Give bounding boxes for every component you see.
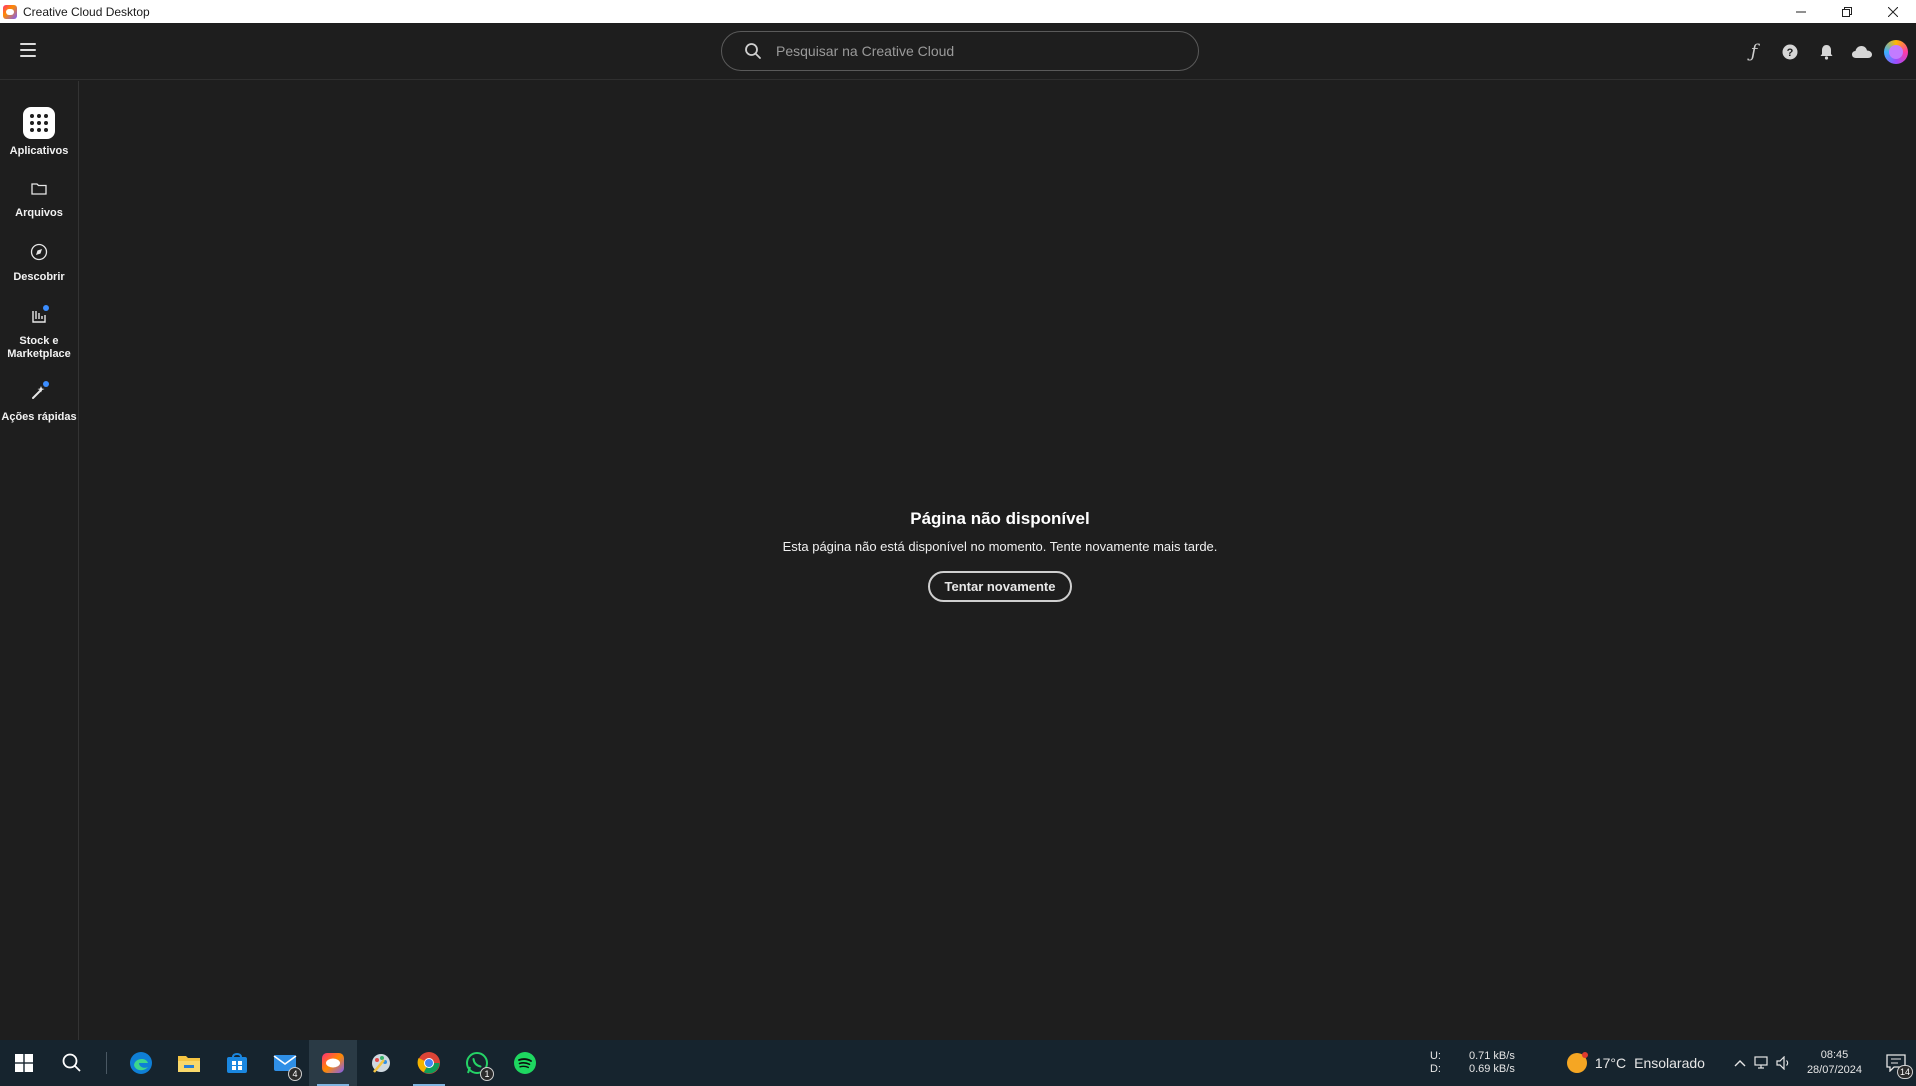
user-avatar[interactable]: [1884, 39, 1908, 64]
restore-icon: [1842, 6, 1852, 17]
retry-button[interactable]: Tentar novamente: [928, 571, 1072, 602]
whatsapp-badge: 1: [480, 1067, 494, 1081]
error-title: Página não disponível: [910, 509, 1090, 528]
page-unavailable-panel: Página não disponível Esta página não es…: [80, 509, 1916, 602]
chrome-icon: [417, 1052, 440, 1074]
taskbar-paint-app[interactable]: [357, 1040, 405, 1086]
file-explorer-icon: [178, 1056, 200, 1072]
sidebar-item-label: Arquivos: [15, 207, 63, 219]
taskbar-spotify[interactable]: [501, 1040, 549, 1086]
svg-text:?: ?: [1787, 47, 1794, 59]
taskbar-file-explorer[interactable]: [165, 1040, 213, 1086]
start-button[interactable]: [0, 1040, 48, 1086]
taskbar-creative-cloud[interactable]: [309, 1040, 357, 1086]
sidebar-item-files[interactable]: Arquivos: [0, 175, 78, 220]
search-box[interactable]: [721, 31, 1199, 71]
help-icon: ?: [1782, 44, 1798, 59]
sidebar-item-quick-actions[interactable]: Ações rápidas: [0, 379, 78, 424]
minimize-icon: [1796, 11, 1806, 12]
windows-logo-icon: [15, 1054, 33, 1072]
search-icon: [62, 1053, 81, 1072]
notifications-count-badge: 14: [1896, 1065, 1913, 1079]
taskbar-search-button[interactable]: [48, 1040, 96, 1086]
restore-button[interactable]: [1824, 0, 1870, 23]
menu-button[interactable]: [20, 43, 36, 57]
stock-icon: [23, 303, 55, 329]
sidebar-item-label: Aplicativos: [9, 145, 69, 157]
weather-temperature: 17°C: [1594, 1055, 1627, 1071]
search-icon: [745, 43, 761, 59]
chevron-up-icon: [1734, 1060, 1746, 1067]
spotify-icon: [514, 1052, 536, 1074]
window-titlebar: Creative Cloud Desktop: [0, 0, 1916, 23]
main-content: Página não disponível Esta página não es…: [80, 81, 1916, 1040]
new-indicator-dot: [43, 381, 49, 387]
edge-browser-icon: [130, 1052, 152, 1074]
folder-icon: [23, 175, 55, 201]
notifications-button[interactable]: [1808, 34, 1844, 70]
app-header: ƒ ?: [0, 23, 1916, 80]
close-icon: [1888, 6, 1898, 17]
cloud-sync-button[interactable]: [1844, 34, 1880, 70]
taskbar-store[interactable]: [213, 1040, 261, 1086]
taskbar-chrome[interactable]: [405, 1040, 453, 1086]
menu-icon-bar: [20, 49, 36, 51]
system-tray: U: D: 0.71 kB/s 0.69 kB/s 17°C Ensolarad…: [1430, 1040, 1916, 1086]
close-button[interactable]: [1870, 0, 1916, 23]
weather-widget[interactable]: 17°C Ensolarado: [1566, 1052, 1705, 1073]
store-icon: [227, 1053, 247, 1073]
taskbar-mail[interactable]: 4: [261, 1040, 309, 1086]
fonts-icon: ƒ: [1750, 41, 1758, 62]
help-button[interactable]: ?: [1772, 34, 1808, 70]
sun-icon: [1566, 1052, 1588, 1073]
sidebar-item-discover[interactable]: Descobrir: [0, 239, 78, 284]
windows-taskbar: 4 1 U: D: 0.71 kB/s 0.69 kB/s 17°C Ensol…: [0, 1040, 1916, 1086]
sidebar-item-label: Ações rápidas: [1, 411, 77, 423]
download-label: D:: [1429, 1063, 1441, 1075]
sidebar-item-label: Descobrir: [13, 271, 65, 283]
window-title: Creative Cloud Desktop: [23, 4, 150, 19]
taskbar-clock[interactable]: 08:45 28/07/2024: [1807, 1048, 1862, 1078]
new-indicator-dot: [43, 305, 49, 311]
sidebar-item-stock[interactable]: Stock e Marketplace: [0, 303, 78, 361]
search-input[interactable]: [776, 43, 1176, 59]
taskbar-whatsapp[interactable]: 1: [453, 1040, 501, 1086]
sidebar-item-apps[interactable]: Aplicativos: [0, 107, 78, 158]
header-actions: ƒ ?: [1736, 23, 1916, 80]
mail-badge: 4: [288, 1067, 302, 1081]
sidebar-item-label: Stock e Marketplace: [7, 335, 71, 360]
apps-grid-icon: [23, 107, 55, 139]
sidebar: Aplicativos Arquivos Descobrir Stock e M…: [0, 81, 79, 1040]
window-controls: [1778, 0, 1916, 23]
download-rate: 0.69 kB/s: [1468, 1063, 1515, 1075]
menu-icon-bar: [20, 43, 36, 45]
fonts-button[interactable]: ƒ: [1736, 34, 1772, 70]
cloud-icon: [1852, 45, 1872, 58]
creative-cloud-app-icon: [3, 4, 17, 19]
network-icon: [1754, 1056, 1768, 1069]
volume-button[interactable]: [1773, 1056, 1795, 1070]
quick-actions-icon: [23, 379, 55, 405]
network-speed-widget[interactable]: U: D: 0.71 kB/s 0.69 kB/s: [1430, 1050, 1515, 1076]
error-message: Esta página não está disponível no momen…: [782, 539, 1218, 554]
clock-time: 08:45: [1820, 1049, 1849, 1061]
upload-rate: 0.71 kB/s: [1468, 1050, 1515, 1062]
action-center-button[interactable]: 14: [1876, 1040, 1916, 1086]
minimize-button[interactable]: [1778, 0, 1824, 23]
weather-condition: Ensolarado: [1634, 1055, 1705, 1071]
bell-icon: [1820, 44, 1832, 60]
network-button[interactable]: [1751, 1056, 1773, 1070]
paint-icon: [372, 1054, 390, 1073]
clock-date: 28/07/2024: [1806, 1064, 1862, 1076]
taskbar-separator: [106, 1052, 107, 1074]
menu-icon-bar: [20, 55, 36, 57]
upload-label: U:: [1429, 1050, 1441, 1062]
show-hidden-icons-button[interactable]: [1729, 1059, 1751, 1067]
compass-icon: [23, 239, 55, 265]
speaker-icon: [1776, 1056, 1789, 1070]
taskbar-edge[interactable]: [117, 1040, 165, 1086]
creative-cloud-icon: [322, 1053, 344, 1073]
